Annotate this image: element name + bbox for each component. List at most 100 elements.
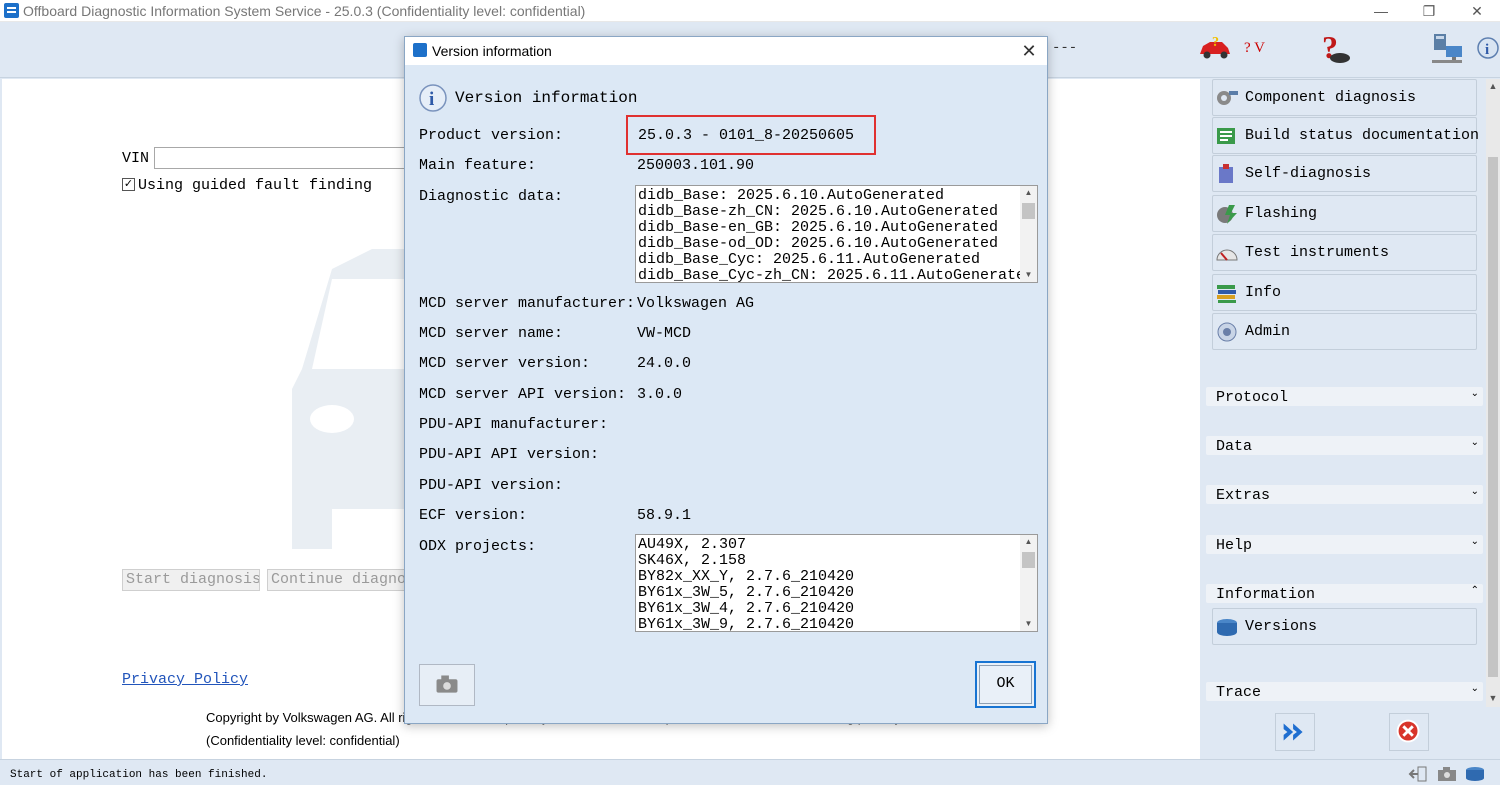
versions-icon	[1217, 619, 1237, 636]
pdu-manufacturer-label: PDU-API manufacturer:	[419, 416, 609, 433]
self-diagnosis-icon	[1219, 164, 1233, 183]
nav-label: Test instruments	[1245, 244, 1390, 261]
section-protocol[interactable]: Protocol ⌄	[1206, 387, 1483, 406]
question-mark-icon: ?	[1322, 29, 1350, 65]
diagnostic-data-list[interactable]: didb_Base: 2025.6.10.AutoGenerated didb_…	[635, 185, 1038, 283]
camera-icon	[436, 675, 458, 693]
vin-label: VIN	[122, 150, 150, 167]
window-title: Offboard Diagnostic Information System S…	[23, 3, 586, 19]
scroll-thumb[interactable]	[1488, 157, 1498, 677]
list-item: didb_Base: 2025.6.10.AutoGenerated	[638, 187, 945, 204]
build-status-documentation-button[interactable]: Build status documentation	[1212, 117, 1480, 154]
right-panel-scrollbar[interactable]: ▲ ▼	[1486, 79, 1500, 707]
scroll-up-arrow-icon[interactable]: ▲	[1020, 535, 1037, 549]
list-item: didb_Base-od_OD: 2025.6.10.AutoGenerated	[638, 235, 999, 252]
mcd-api-value: 3.0.0	[637, 386, 683, 403]
list-item: BY61x_3W_9, 2.7.6_210420	[638, 616, 855, 632]
info-icon: i	[1477, 37, 1499, 59]
odx-projects-list[interactable]: AU49X, 2.307 SK46X, 2.158 BY82x_XX_Y, 2.…	[635, 534, 1038, 632]
ok-button[interactable]: OK	[975, 661, 1036, 708]
list-item: AU49X, 2.307	[638, 536, 747, 553]
versions-button[interactable]: Versions	[1212, 608, 1477, 645]
list-item: didb_Base_Cyc-zh_CN: 2025.6.11.AutoGener…	[638, 267, 1035, 283]
dialog-titlebar: Version information ✕	[405, 37, 1047, 65]
help-button[interactable]: ?	[1316, 28, 1356, 66]
privacy-policy-link[interactable]: Privacy Policy	[122, 671, 248, 688]
section-help[interactable]: Help ⌄	[1206, 535, 1483, 554]
ecf-version-label: ECF version:	[419, 507, 528, 524]
admin-button[interactable]: Admin	[1212, 313, 1477, 350]
self-diagnosis-button[interactable]: Self-diagnosis	[1212, 155, 1477, 192]
list-scrollbar[interactable]: ▲ ▼	[1020, 186, 1037, 282]
version-information-dialog: Version information ✕ i Version informat…	[404, 36, 1048, 724]
network-button[interactable]	[1430, 32, 1466, 66]
status-text: Start of application has been finished.	[10, 769, 268, 781]
car-help-icon: ?	[1200, 35, 1230, 59]
nav-label: Admin	[1245, 323, 1291, 340]
red-x-icon	[1396, 719, 1420, 743]
scroll-thumb[interactable]	[1022, 203, 1035, 219]
scroll-thumb[interactable]	[1022, 552, 1035, 568]
network-computer-icon	[1432, 34, 1462, 63]
mcd-version-value: 24.0.0	[637, 355, 692, 372]
mcd-manufacturer-value: Volkswagen AG	[637, 295, 755, 312]
admin-icon	[1217, 322, 1237, 342]
test-instruments-button[interactable]: Test instruments	[1212, 234, 1477, 271]
list-item: SK46X, 2.158	[638, 552, 747, 569]
ecf-version-value: 58.9.1	[637, 507, 692, 524]
guided-fault-finding-checkbox[interactable]: ✓	[122, 178, 135, 191]
mcd-manufacturer-label: MCD server manufacturer:	[419, 295, 636, 312]
section-trace[interactable]: Trace ⌄	[1206, 682, 1483, 701]
svg-text:i: i	[1485, 42, 1489, 58]
chevron-down-icon: ⌄	[1470, 486, 1479, 497]
info-nav-button[interactable]: Info	[1212, 274, 1477, 311]
vin-input[interactable]	[154, 147, 414, 169]
nav-label: Component diagnosis	[1245, 89, 1417, 106]
pdu-version-label: PDU-API version:	[419, 477, 564, 494]
vehicle-info-placeholder: ---	[1052, 40, 1078, 56]
nav-label: Build status documentation	[1245, 127, 1480, 144]
main-feature-value: 250003.101.90	[637, 157, 755, 174]
main-feature-label: Main feature:	[419, 157, 537, 174]
product-version-label: Product version:	[419, 127, 564, 144]
continue-diagnosis-button[interactable]: Continue diagnosis	[267, 569, 417, 591]
section-label: Data	[1216, 438, 1253, 455]
close-window-button[interactable]: ✕	[1454, 1, 1500, 21]
scroll-down-arrow-icon[interactable]: ▼	[1486, 691, 1500, 705]
camera-icon[interactable]	[1436, 765, 1458, 783]
dialog-app-icon	[413, 43, 427, 57]
list-scrollbar[interactable]: ▲ ▼	[1020, 535, 1037, 631]
forward-button[interactable]	[1275, 713, 1315, 751]
dialog-close-button[interactable]: ✕	[1017, 40, 1041, 62]
component-diagnosis-button[interactable]: Component diagnosis	[1212, 79, 1477, 116]
section-extras[interactable]: Extras ⌄	[1206, 485, 1483, 504]
vehicle-help-button[interactable]: ? ? V	[1198, 30, 1278, 66]
chevron-down-icon: ⌄	[1470, 536, 1479, 547]
section-information[interactable]: Information ⌃	[1206, 584, 1483, 603]
list-item: didb_Base-en_GB: 2025.6.10.AutoGenerated	[638, 219, 999, 236]
product-version-value: 25.0.3 - 0101_8-20250605	[638, 127, 855, 144]
scroll-up-arrow-icon[interactable]: ▲	[1486, 79, 1500, 93]
scroll-up-arrow-icon[interactable]: ▲	[1020, 186, 1037, 200]
dialog-heading: Version information	[455, 89, 638, 107]
books-icon	[1217, 285, 1236, 303]
info-button[interactable]: i	[1476, 36, 1500, 64]
svg-text:i: i	[429, 89, 434, 110]
restore-button[interactable]: ❐	[1406, 1, 1452, 21]
chevron-down-icon: ⌄	[1470, 388, 1479, 399]
mcd-name-value: VW-MCD	[637, 325, 692, 342]
screenshot-button[interactable]	[419, 664, 475, 706]
start-diagnosis-button[interactable]: Start diagnosis	[122, 569, 260, 591]
scroll-down-arrow-icon[interactable]: ▼	[1020, 617, 1037, 631]
flashing-button[interactable]: Flashing	[1212, 195, 1477, 232]
cancel-button[interactable]	[1389, 713, 1429, 751]
exit-icon[interactable]	[1408, 765, 1430, 783]
database-icon[interactable]	[1464, 765, 1486, 783]
build-status-icon	[1217, 128, 1235, 144]
confidentiality-text: (Confidentiality level: confidential)	[206, 733, 400, 748]
double-arrow-right-icon	[1283, 723, 1303, 741]
app-icon	[4, 3, 19, 18]
scroll-down-arrow-icon[interactable]: ▼	[1020, 268, 1037, 282]
minimize-button[interactable]: —	[1358, 1, 1404, 21]
section-data[interactable]: Data ⌄	[1206, 436, 1483, 455]
